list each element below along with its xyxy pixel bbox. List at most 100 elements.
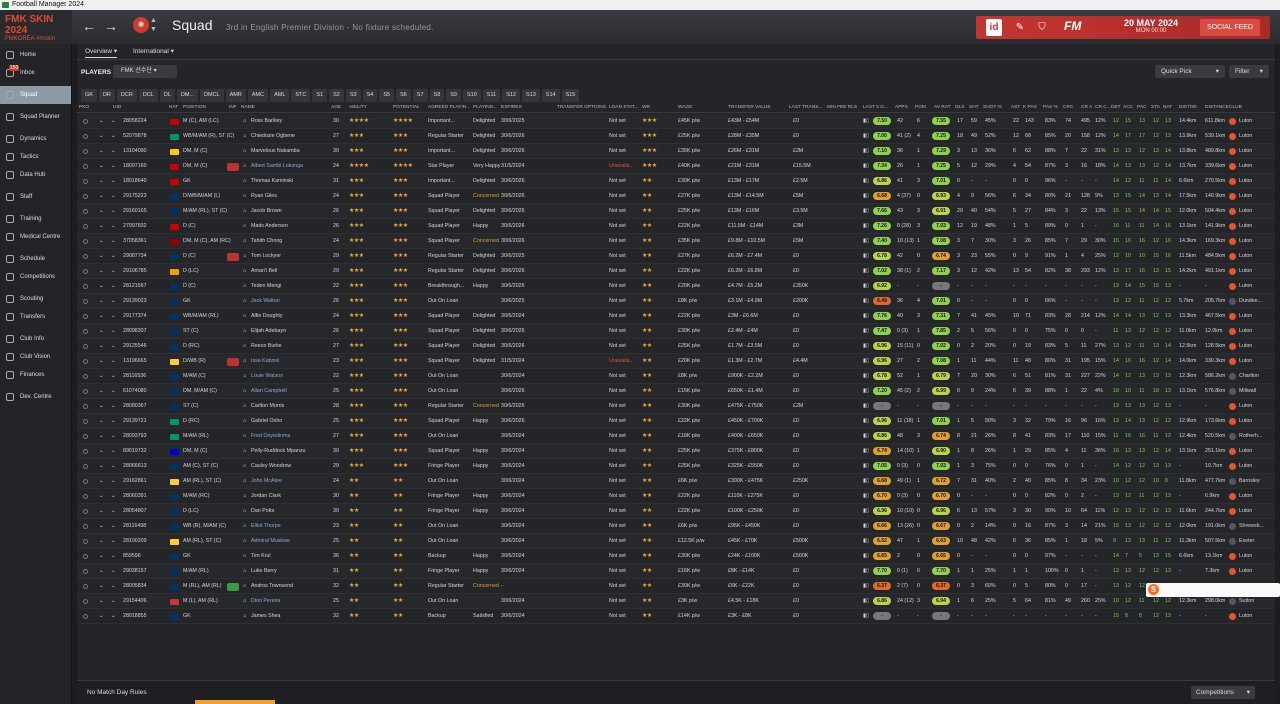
chevron-down-icon[interactable]: ⌄ bbox=[99, 583, 103, 589]
position-filter-dl[interactable]: DL bbox=[159, 89, 175, 102]
column-header-crc[interactable]: CRC bbox=[1063, 105, 1073, 110]
position-filter-dcr[interactable]: DCR bbox=[116, 89, 137, 102]
chevron-down-icon[interactable]: ⌄ bbox=[99, 598, 103, 604]
player-name[interactable]: Pelly-Ruddock Mpanzu bbox=[251, 448, 305, 454]
expand-chevron-icon[interactable]: ⌄ bbox=[111, 178, 115, 184]
club-name[interactable]: Luton bbox=[1239, 568, 1252, 574]
chevron-down-icon[interactable]: ⌄ bbox=[99, 253, 103, 259]
chevron-down-icon[interactable]: ⌄ bbox=[99, 448, 103, 454]
select-circle-icon[interactable] bbox=[83, 539, 88, 544]
expand-chevron-icon[interactable]: ⌄ bbox=[111, 193, 115, 199]
select-circle-icon[interactable] bbox=[83, 554, 88, 559]
table-row[interactable]: ⌄ ⌄ 859596 GK ⌂ Tim Krul 36 ★★ ★★ Backup Happy 30/6… bbox=[77, 549, 1275, 564]
chevron-down-icon[interactable]: ⌄ bbox=[99, 163, 103, 169]
chevron-down-icon[interactable]: ⌄ bbox=[99, 388, 103, 394]
player-name[interactable]: Cauley Woodrow bbox=[251, 463, 291, 469]
expand-chevron-icon[interactable]: ⌄ bbox=[111, 118, 115, 124]
chevron-down-icon[interactable]: ⌄ bbox=[99, 208, 103, 214]
expand-chevron-icon[interactable]: ⌄ bbox=[111, 598, 115, 604]
position-filter-s15[interactable]: S15 bbox=[561, 89, 580, 102]
position-filter-s1[interactable]: S1 bbox=[312, 89, 328, 102]
player-name[interactable]: Alfie Doughty bbox=[251, 313, 283, 319]
column-header-position[interactable]: POSITION bbox=[183, 105, 206, 110]
position-filter-amr[interactable]: AMR bbox=[225, 89, 246, 102]
position-filter-s7[interactable]: S7 bbox=[412, 89, 428, 102]
position-filter-s13[interactable]: S13 bbox=[521, 89, 540, 102]
player-name[interactable]: Luke Berry bbox=[251, 568, 277, 574]
pen-icon[interactable]: ✎ bbox=[1014, 19, 1026, 36]
chevron-down-icon[interactable]: ⌄ bbox=[99, 568, 103, 574]
expand-chevron-icon[interactable]: ⌄ bbox=[111, 448, 115, 454]
expand-chevron-icon[interactable]: ⌄ bbox=[111, 163, 115, 169]
select-circle-icon[interactable] bbox=[83, 329, 88, 334]
club-name[interactable]: Barnsley bbox=[1239, 478, 1260, 484]
column-header-transfer-options[interactable]: TRANSFER OPTIONS bbox=[557, 105, 606, 110]
table-row[interactable]: ⌄ ⌄ 29087734 D (C) ⌂ Tom Lockyer 29 ★★★ ★★★ Regul… bbox=[77, 249, 1275, 264]
table-row[interactable]: ⌄ ⌄ 28018855 GK ⌂ James Shea 32 ★★ ★★ Backup Satis… bbox=[77, 609, 1275, 624]
expand-chevron-icon[interactable]: ⌄ bbox=[111, 373, 115, 379]
position-filter-s14[interactable]: S14 bbox=[541, 89, 560, 102]
column-header-playing[interactable]: PLAYING... bbox=[473, 105, 497, 110]
chevron-down-icon[interactable]: ⌄ bbox=[99, 613, 103, 619]
select-circle-icon[interactable] bbox=[83, 134, 88, 139]
sidebar-item-tactics[interactable]: Tactics bbox=[0, 148, 71, 166]
club-name[interactable]: Luton bbox=[1239, 493, 1252, 499]
player-name[interactable]: Marvelous Nakamba bbox=[251, 148, 300, 154]
select-circle-icon[interactable] bbox=[83, 479, 88, 484]
table-row[interactable]: ⌄ ⌄ 18018640 GK ⌂ Thomas Kaminski 31 ★★★ ★★★ Impo… bbox=[77, 174, 1275, 189]
table-row[interactable]: ⌄ ⌄ 61074080 DM, M/AM (C) ⌂ Allan Campbell 25 ★… bbox=[77, 384, 1275, 399]
table-row[interactable]: ⌄ ⌄ 28060391 M/AM (RC) ⌂ Jordan Clark 30 ★★ ★★ Fr… bbox=[77, 489, 1275, 504]
expand-chevron-icon[interactable]: ⌄ bbox=[111, 493, 115, 499]
table-row[interactable]: ⌄ ⌄ 29162861 AM (RL), ST (C) ⌂ John McAtee 24 ★… bbox=[77, 474, 1275, 489]
position-filter-aml[interactable]: AML bbox=[270, 89, 290, 102]
club-name[interactable]: Luton bbox=[1239, 133, 1252, 139]
select-circle-icon[interactable] bbox=[83, 299, 88, 304]
position-filter-gk[interactable]: GK bbox=[81, 89, 97, 102]
column-header-cr-a[interactable]: CR A bbox=[1081, 105, 1092, 110]
column-header-cr-c[interactable]: CR C... bbox=[1095, 105, 1111, 110]
sidebar-item-dynamics[interactable]: Dynamics bbox=[0, 130, 71, 148]
player-name[interactable]: Admiral Muskwe bbox=[251, 538, 290, 544]
column-header-pko[interactable]: PKO bbox=[79, 105, 89, 110]
table-row[interactable]: ⌄ ⌄ 29160165 M/AM (RL), ST (C) ⌂ Jacob Brown 2… bbox=[77, 204, 1275, 219]
player-name[interactable]: Amari'i Bell bbox=[251, 268, 277, 274]
player-name[interactable]: Jacob Brown bbox=[251, 208, 282, 214]
expand-chevron-icon[interactable]: ⌄ bbox=[111, 223, 115, 229]
table-row[interactable]: ⌄ ⌄ 28100209 AM (RL), ST (C) ⌂ Admiral Muskwe… bbox=[77, 534, 1275, 549]
table-row[interactable]: ⌄ ⌄ 28121567 D (C) ⌂ Teden Mengi 22 ★★★ ★★★ Break… bbox=[77, 279, 1275, 294]
select-circle-icon[interactable] bbox=[83, 464, 88, 469]
player-name[interactable]: Allan Campbell bbox=[251, 388, 287, 394]
player-name[interactable]: Tim Krul bbox=[251, 553, 271, 559]
select-circle-icon[interactable] bbox=[83, 449, 88, 454]
select-circle-icon[interactable] bbox=[83, 164, 88, 169]
select-circle-icon[interactable] bbox=[83, 434, 88, 439]
expand-chevron-icon[interactable]: ⌄ bbox=[111, 328, 115, 334]
column-header-sta[interactable]: STA bbox=[1151, 105, 1160, 110]
forward-arrow-icon[interactable]: → bbox=[104, 19, 118, 33]
column-header-k-pas[interactable]: K PAS bbox=[1023, 105, 1037, 110]
position-filter-dm[interactable]: DM... bbox=[176, 89, 199, 102]
table-row[interactable]: ⌄ ⌄ 89019732 DM, M (C) ⌂ Pelly-Ruddock Mpanzu… bbox=[77, 444, 1275, 459]
sidebar-item-squad[interactable]: Squad bbox=[0, 86, 71, 104]
column-header-acc[interactable]: ACC bbox=[1123, 105, 1133, 110]
club-badge-icon[interactable]: ◉ bbox=[133, 17, 149, 33]
expand-chevron-icon[interactable]: ⌄ bbox=[111, 463, 115, 469]
column-header-agreed-playin[interactable]: AGREED PLAYIN... bbox=[428, 105, 470, 110]
expand-chevron-icon[interactable]: ⌄ bbox=[111, 613, 115, 619]
club-name[interactable]: Luton bbox=[1239, 163, 1252, 169]
column-header-last-trans[interactable]: LAST TRANS... bbox=[789, 105, 822, 110]
chevron-down-icon[interactable]: ⌄ bbox=[99, 493, 103, 499]
select-circle-icon[interactable] bbox=[83, 149, 88, 154]
club-name[interactable]: Luton bbox=[1239, 193, 1252, 199]
player-name[interactable]: Louie Watson bbox=[251, 373, 283, 379]
column-header-sht[interactable]: SHT bbox=[969, 105, 979, 110]
chevron-down-icon[interactable]: ⌄ bbox=[99, 508, 103, 514]
club-name[interactable]: Luton bbox=[1239, 253, 1252, 259]
column-header-potential[interactable]: POTENTIAL bbox=[393, 105, 420, 110]
column-header-name[interactable]: NAME bbox=[241, 105, 255, 110]
table-row[interactable]: ⌄ ⌄ 29139023 GK ⌂ Jack Walton 26 ★★★ ★★★ Out On L… bbox=[77, 294, 1275, 309]
position-filter-dcl[interactable]: DCL bbox=[138, 89, 158, 102]
expand-chevron-icon[interactable]: ⌄ bbox=[111, 418, 115, 424]
select-circle-icon[interactable] bbox=[83, 314, 88, 319]
column-header-last-5-g[interactable]: LAST 5 G... bbox=[863, 105, 888, 110]
